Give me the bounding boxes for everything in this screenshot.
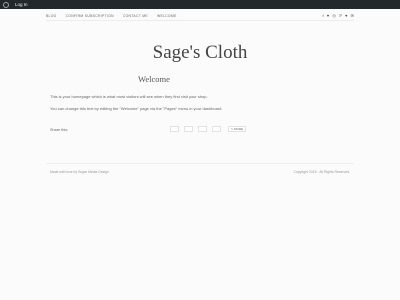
facebook-icon[interactable]: f — [323, 12, 324, 20]
share-more-button[interactable]: < MORE — [228, 126, 246, 132]
pinterest-icon[interactable]: ℙ — [339, 12, 342, 20]
share-button[interactable] — [170, 126, 179, 132]
share-button[interactable] — [198, 126, 207, 132]
bloglovin-icon[interactable]: ♥ — [345, 12, 347, 20]
page-title: Welcome — [138, 74, 170, 84]
share-icon: < — [230, 127, 234, 131]
nav-item-welcome[interactable]: WELCOME — [157, 12, 177, 20]
site-title[interactable]: Sage's Cloth — [0, 42, 400, 64]
footer-divider — [46, 163, 354, 164]
footer-credit-text: Made with love by — [50, 170, 78, 174]
footer-copyright: Copyright 2015 · All Rights Reserved. — [293, 170, 350, 174]
nav-divider — [46, 20, 354, 21]
share-label: Share this: — [50, 128, 69, 132]
share-button[interactable] — [212, 126, 221, 132]
page-paragraph: This is your homepage which is what most… — [50, 94, 208, 99]
nav-item-contact-me[interactable]: CONTACT ME — [123, 12, 148, 20]
email-icon[interactable]: ✉ — [351, 12, 354, 20]
share-more-label: MORE — [234, 127, 244, 131]
admin-bar: Log In — [0, 0, 400, 9]
nav-item-blog[interactable]: BLOG — [46, 12, 57, 20]
page-paragraph: You can change this text by editing the … — [50, 106, 223, 111]
twitter-icon[interactable]: ♥ — [327, 12, 329, 20]
share-button[interactable] — [184, 126, 193, 132]
footer-credit: Made with love by Sugar Media Design — [50, 170, 109, 175]
footer-credit-link[interactable]: Sugar Media Design — [78, 170, 109, 174]
login-link[interactable]: Log In — [15, 0, 28, 9]
social-links: f ♥ ◎ ℙ ♥ ✉ — [319, 12, 354, 20]
nav-menu: BLOG CONFIRM SUBSCRIPTION CONTACT ME WEL… — [46, 12, 186, 20]
wordpress-logo-icon[interactable] — [3, 1, 9, 8]
instagram-icon[interactable]: ◎ — [332, 12, 336, 20]
main-navigation: BLOG CONFIRM SUBSCRIPTION CONTACT ME WEL… — [46, 12, 354, 20]
nav-item-confirm-subscription[interactable]: CONFIRM SUBSCRIPTION — [66, 12, 114, 20]
